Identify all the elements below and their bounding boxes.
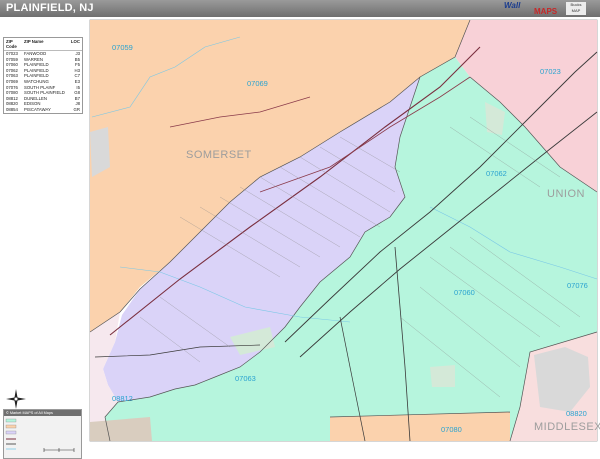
zip-label-08820: 08820 [566,409,587,418]
legend-zip: 08854 [6,106,18,112]
legend-header-loc: LOC [70,39,80,44]
legend-header: ZIP Code ZIP Name LOC [4,38,82,51]
brand-logo: Wall MAPS Bucks MAP [504,1,586,16]
county-label-somerset: SOMERSET [186,149,252,161]
brand-badge: Bucks MAP [566,2,586,15]
zip-label-07076: 07076 [567,281,588,290]
map-legend-symbols [5,418,75,452]
brand-top: Wall [504,1,521,10]
map-area[interactable]: 07059 07069 07023 07062 07060 07076 0706… [0,17,600,459]
zip-label-08812: 08812 [112,394,133,403]
park-area-4 [430,365,455,387]
zip-label-07059: 07059 [112,43,133,52]
zip-label-07023: 07023 [540,67,561,76]
map-canvas[interactable] [0,17,600,444]
map-title: PLAINFIELD, NJ [6,2,94,14]
compass-rose-icon [6,389,26,409]
county-label-middlesex: MIDDLESEX [534,421,600,433]
zip-legend: ZIP Code ZIP Name LOC 07023 FANWOOD J3 070… [3,37,83,114]
zip-label-07060: 07060 [454,288,475,297]
legend-header-name: ZIP Name [24,39,44,44]
zip-label-07069: 07069 [247,79,268,88]
county-label-union: UNION [547,188,585,200]
map-page: PLAINFIELD, NJ Wall MAPS Bucks MAP 07059… [0,0,600,459]
legend-header-zip: ZIP Code [6,39,17,49]
map-symbol-legend: © Market MAPS of All Maps [3,409,82,459]
legend-name: PISCATAWAY [24,106,51,112]
title-bar: PLAINFIELD, NJ Wall MAPS Bucks MAP [0,0,600,17]
legend-row: 08854 PISCATAWAY GR [4,107,82,113]
brand-bottom: MAPS [534,7,558,16]
legend-loc: GR [73,106,80,112]
zip-label-07080: 07080 [441,425,462,434]
zip-label-07062: 07062 [486,169,507,178]
zip-label-07063: 07063 [235,374,256,383]
